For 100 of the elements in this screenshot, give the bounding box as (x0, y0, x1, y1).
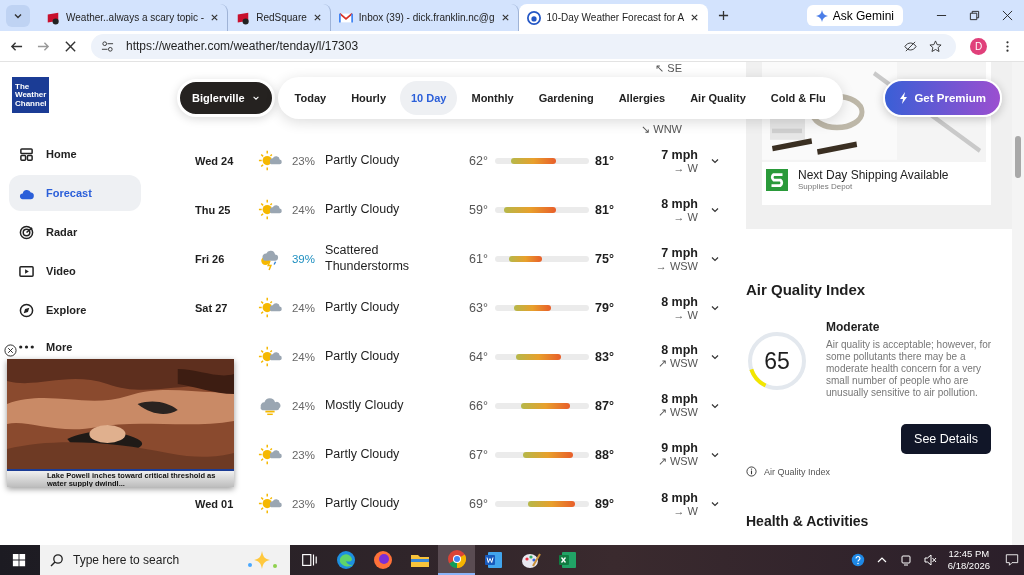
precipitation-chance: 39% (290, 252, 315, 265)
wind-speed: 7 mph (661, 147, 698, 162)
low-temperature: 62° (468, 153, 488, 168)
task-view-icon (299, 551, 318, 569)
wind-direction: → W (673, 308, 698, 321)
close-icon[interactable] (312, 13, 322, 22)
tab-search-button[interactable] (6, 4, 30, 27)
taskbar-clock[interactable]: 12:45 PM 6/18/2026 (947, 547, 990, 573)
word-icon (483, 550, 504, 570)
partly-cloudy-icon (258, 491, 282, 516)
browser-tab[interactable]: 10-Day Weather Forecast for A (518, 4, 709, 31)
wind-direction: ↘ WNW (641, 123, 682, 136)
star-icon[interactable] (929, 39, 942, 53)
sidebar-item[interactable]: Forecast (9, 175, 141, 211)
notifications-icon[interactable] (1005, 553, 1019, 567)
partly-cloudy-icon (258, 295, 282, 320)
air-quality-source: Air Quality Index (764, 466, 831, 477)
high-temperature: 88° (595, 447, 615, 462)
see-details-button[interactable]: See Details (901, 424, 991, 454)
condition-text: Partly Cloudy (324, 446, 401, 463)
condition-text: Partly Cloudy (324, 201, 401, 218)
forecast-tab[interactable]: 10 Day (400, 81, 458, 115)
info-icon[interactable] (746, 466, 757, 477)
more-icon (19, 345, 34, 349)
tab-title: RedSquare (256, 12, 307, 23)
help-icon[interactable] (850, 553, 865, 567)
low-temperature: 64° (468, 349, 488, 364)
eye-slash-icon[interactable] (904, 39, 917, 53)
temperature-range-fill (513, 304, 552, 311)
weather-logo-icon (526, 10, 541, 25)
low-temperature: 59° (468, 202, 488, 217)
weather-channel-logo[interactable]: The Weather Channel (12, 77, 49, 113)
temperature-range-fill (527, 500, 575, 507)
sidebar-item[interactable]: Explore (9, 292, 141, 328)
sparkle-icon (815, 9, 828, 22)
lightning-icon (899, 92, 909, 104)
forecast-tab[interactable]: Monthly (460, 81, 525, 115)
site-logo-icon (46, 10, 60, 25)
scrollbar[interactable] (1012, 62, 1024, 545)
wind-speed: 9 mph (661, 441, 698, 455)
temperature-range-fill (504, 206, 557, 213)
sidebar-item[interactable]: Home (9, 136, 141, 172)
wind-direction: → WSW (655, 259, 698, 272)
profile-avatar[interactable]: D (970, 37, 987, 55)
wind-speed: 8 mph (661, 196, 698, 211)
precipitation-chance: 23% (290, 154, 315, 167)
new-tab-icon[interactable] (718, 10, 730, 21)
temperature-range-fill (516, 353, 561, 360)
sidebar-item[interactable]: Radar (9, 214, 141, 250)
precipitation-chance: 23% (290, 497, 315, 510)
close-icon[interactable] (500, 13, 510, 22)
ad-headline[interactable]: Next Day Shipping Available (798, 168, 949, 182)
condition-text: Scattered Thunderstorms (324, 242, 411, 275)
url-text: https://weather.com/weather/tenday/l/17303 (126, 39, 359, 53)
close-icon[interactable] (1002, 10, 1013, 21)
temperature-range-fill (509, 255, 542, 262)
section-heading: Health & Activities (746, 513, 870, 529)
close-icon[interactable] (690, 13, 700, 22)
wind-direction: → W (673, 504, 698, 517)
forecast-tab[interactable]: Gardening (527, 81, 605, 115)
forecast-tab[interactable]: Allergies (607, 81, 677, 115)
taskbar-search-field[interactable]: Type here to search (40, 545, 290, 575)
tab-title: 10-Day Weather Forecast for A (546, 12, 685, 23)
advertiser-name: Supplies Depot (798, 182, 854, 191)
low-temperature: 66° (468, 398, 488, 413)
forecast-tab[interactable]: Air Quality (679, 81, 757, 115)
temperature-range-fill (523, 451, 573, 458)
forecast-tab[interactable]: Cold & Flu (759, 81, 837, 115)
wind-direction: → W (673, 161, 698, 174)
close-icon[interactable] (4, 344, 17, 357)
sidebar-item[interactable]: More (19, 339, 73, 355)
address-bar[interactable]: https://weather.com/weather/tenday/l/17303 (91, 33, 956, 59)
firefox-icon (372, 550, 393, 570)
wind-speed: 8 mph (661, 294, 698, 309)
wind-speed: 7 mph (661, 245, 698, 260)
condition-text: Partly Cloudy (324, 152, 401, 169)
air-quality-description: Air quality is acceptable; however, for some pollutants there may be a moderate health concern for a very small number of people who are unusually sensitive to air pollution. (826, 339, 993, 399)
close-icon[interactable] (210, 13, 220, 22)
get-premium-button[interactable]: Get Premium (883, 79, 1002, 117)
condition-text: Partly Cloudy (324, 299, 401, 316)
windows-start-icon[interactable] (12, 553, 26, 567)
speaker-muted-icon[interactable] (922, 553, 937, 567)
day-label: Wed 01 (195, 497, 234, 510)
location-button[interactable]: Biglerville (177, 79, 275, 117)
restore-icon[interactable] (969, 10, 980, 21)
site-settings-icon[interactable] (101, 39, 114, 53)
ask-gemini-button[interactable]: Ask Gemini (806, 5, 903, 26)
stop-icon[interactable] (64, 39, 77, 53)
day-label: Fri 26 (195, 252, 225, 265)
search-icon (50, 553, 64, 567)
wind-speed: 8 mph (661, 490, 698, 505)
high-temperature: 81° (595, 153, 615, 168)
low-temperature: 69° (468, 496, 488, 511)
forecast-tab[interactable]: Hourly (340, 81, 397, 115)
forecast-tab[interactable]: Today (283, 81, 338, 115)
camera-icon[interactable] (898, 553, 913, 567)
sidebar-item[interactable]: Video (9, 253, 141, 289)
low-temperature: 61° (468, 251, 488, 266)
compass-icon (19, 302, 34, 318)
air-quality-category: Moderate (826, 320, 881, 334)
